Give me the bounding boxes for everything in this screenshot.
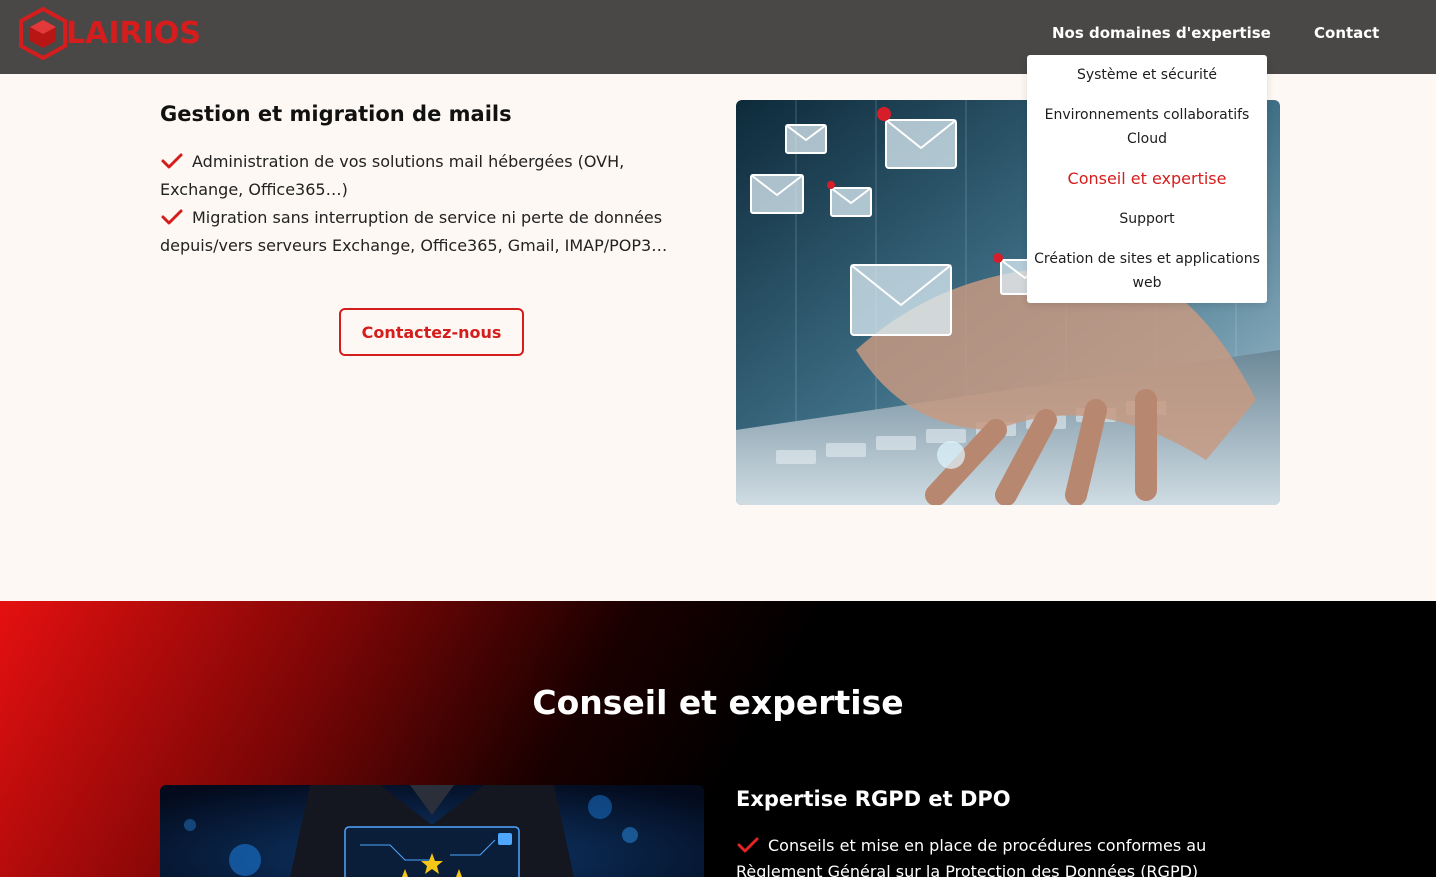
rgpd-bullet-text: Conseils et mise en place de procédures … <box>736 836 1207 877</box>
rgpd-title: Expertise RGPD et DPO <box>736 787 1011 811</box>
mail-bullet-text: Administration de vos solutions mail héb… <box>160 152 625 199</box>
check-icon <box>737 837 759 853</box>
conseil-section: Conseil et expertise Expertise RGPD et D… <box>0 601 1436 877</box>
logo[interactable]: LAIRIOS <box>16 6 201 60</box>
check-icon <box>161 153 183 169</box>
rgpd-bullet: Conseils et mise en place de procédures … <box>736 833 1256 877</box>
dropdown-item-environnements-cloud[interactable]: Environnements collaboratifs Cloud <box>1027 103 1267 151</box>
rgpd-illustration-image <box>160 785 704 877</box>
dropdown-item-creation-sites[interactable]: Création de sites et applications web <box>1027 247 1267 295</box>
dropdown-item-systeme-securite[interactable]: Système et sécurité <box>1027 63 1267 87</box>
mail-section-title: Gestion et migration de mails <box>160 102 512 126</box>
nav-expertise[interactable]: Nos domaines d'expertise <box>1052 24 1271 42</box>
dropdown-item-support[interactable]: Support <box>1027 207 1267 231</box>
dropdown-item-conseil-expertise[interactable]: Conseil et expertise <box>1027 167 1267 191</box>
contact-us-button[interactable]: Contactez-nous <box>339 308 524 356</box>
mail-bullet: Administration de vos solutions mail héb… <box>160 148 700 204</box>
mail-section-list: Administration de vos solutions mail héb… <box>160 148 700 260</box>
mail-bullet: Migration sans interruption de service n… <box>160 204 700 260</box>
mail-bullet-text: Migration sans interruption de service n… <box>160 208 668 255</box>
logo-cube-icon <box>19 6 67 60</box>
logo-text: LAIRIOS <box>66 15 201 51</box>
expertise-dropdown-menu: Système et sécurité Environnements colla… <box>1027 55 1267 303</box>
check-icon <box>161 209 183 225</box>
conseil-section-title: Conseil et expertise <box>532 683 904 722</box>
nav-contact[interactable]: Contact <box>1314 24 1379 42</box>
